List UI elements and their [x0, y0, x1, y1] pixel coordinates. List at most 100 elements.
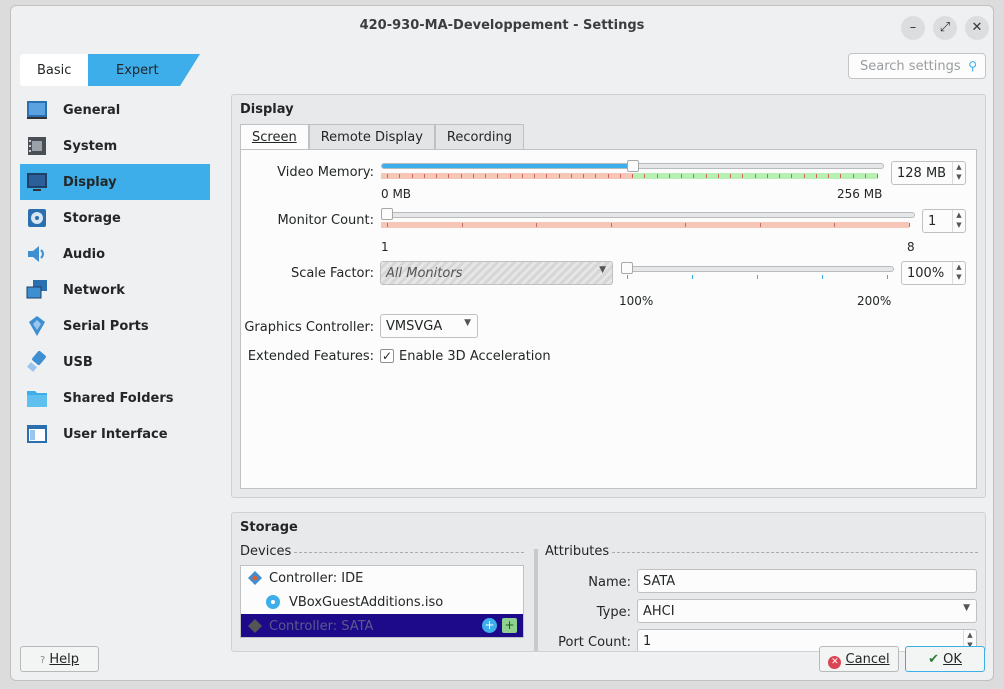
add-hard-disk-icon[interactable]: + [502, 618, 517, 633]
monitor-count-max: 8 [907, 240, 915, 254]
video-memory-tick [607, 174, 609, 178]
monitor-count-tick [834, 223, 836, 227]
sidebar-item-label: System [63, 138, 118, 154]
video-memory-tick [595, 174, 597, 178]
ok-icon: ✔ [928, 652, 939, 667]
serial-ports-icon [29, 316, 45, 336]
spin-arrows-icon[interactable]: ▲ ▼ [952, 262, 965, 284]
tab-recording[interactable]: Recording [434, 124, 524, 150]
sidebar-item-storage[interactable]: Storage [20, 200, 210, 236]
sidebar-item-system[interactable]: System [20, 128, 210, 164]
video-memory-tick [411, 174, 413, 178]
extended-features-label: Extended Features: [247, 349, 374, 364]
chevron-down-icon: ▼ [464, 318, 471, 328]
sidebar-item-label: Audio [63, 246, 106, 262]
video-memory-tick [521, 174, 523, 178]
mode-switch: Basic Expert [20, 54, 200, 86]
add-optical-drive-icon[interactable]: + [482, 618, 497, 633]
sidebar-item-usb[interactable]: USB [20, 344, 210, 380]
controller-name-value: SATA [643, 574, 676, 589]
enable-3d-acceleration-checkbox[interactable]: ✓ [380, 349, 394, 363]
ok-button-label: OK [943, 652, 962, 667]
video-memory-tick [803, 174, 805, 178]
help-button[interactable]: ? Help [20, 646, 99, 672]
ok-button[interactable]: ✔ OK [905, 646, 985, 672]
attributes-label: Attributes [545, 544, 610, 559]
tab-remote-display[interactable]: Remote Display [308, 124, 435, 150]
storage-icon [28, 209, 46, 227]
video-memory-tick [436, 174, 437, 178]
search-placeholder: Search settings [860, 59, 961, 74]
scale-factor-tick [822, 275, 823, 279]
search-input[interactable]: Search settings ⚲ [848, 53, 986, 79]
tab-recording-label: Recording [446, 130, 512, 145]
monitor-count-value: 1 [928, 214, 937, 229]
monitor-count-slider[interactable] [381, 212, 915, 218]
tree-item-ide-controller[interactable]: Controller: IDE [241, 566, 523, 590]
chevron-down-icon: ▼ [963, 603, 970, 613]
sidebar-item-shared-folders[interactable]: Shared Folders [20, 380, 210, 416]
enable-3d-acceleration-label[interactable]: Enable 3D Acceleration [399, 349, 551, 364]
splitter-handle[interactable] [534, 549, 538, 651]
sidebar-item-serial-ports[interactable]: Serial Ports [20, 308, 210, 344]
attributes-separator [612, 552, 978, 553]
scale-factor-slider[interactable] [621, 266, 894, 272]
video-memory-tick [632, 174, 633, 178]
tree-item-sata-controller[interactable]: Controller: SATA + + [241, 614, 523, 637]
video-memory-tick [460, 174, 462, 178]
tree-item-guest-additions-iso[interactable]: VBoxGuestAdditions.iso [241, 590, 523, 614]
video-memory-tick [534, 174, 535, 178]
sidebar-item-label: USB [63, 354, 93, 370]
close-icon: ✕ [971, 20, 983, 35]
video-memory-tick [828, 174, 829, 178]
sidebar-item-display[interactable]: Display [20, 164, 210, 200]
monitor-count-slider-handle[interactable] [381, 208, 393, 220]
video-memory-tick [717, 174, 719, 178]
minimize-button[interactable]: – [901, 16, 925, 40]
title-bar[interactable]: 420-930-MA-Developpement - Settings – ⤢ … [11, 6, 993, 46]
video-memory-tick [815, 174, 817, 178]
scale-factor-tick [627, 275, 628, 279]
scale-factor-monitor-combo[interactable]: All Monitors ▼ [380, 261, 613, 285]
sata-controller-icon [248, 619, 262, 633]
sidebar-item-network[interactable]: Network [20, 272, 210, 308]
sidebar-item-user-interface[interactable]: User Interface [20, 416, 210, 452]
optical-disc-icon [266, 595, 280, 609]
screen-tab-page: Video Memory: 128 MB ▲ ▼ 0 MB 256 MB Monit… [240, 149, 977, 489]
video-memory-tick [423, 174, 425, 178]
video-memory-slider-handle[interactable] [626, 160, 639, 172]
controller-type-combo[interactable]: AHCI ▼ [637, 599, 977, 623]
storage-devices-tree[interactable]: Controller: IDE VBoxGuestAdditions.iso C… [240, 565, 524, 638]
sidebar-item-audio[interactable]: Audio [20, 236, 210, 272]
tab-expert[interactable]: Expert [116, 63, 159, 78]
maximize-button[interactable]: ⤢ [933, 16, 957, 40]
sidebar-item-label: Display [63, 174, 117, 190]
close-button[interactable]: ✕ [965, 16, 989, 40]
scale-factor-slider-handle[interactable] [621, 262, 633, 274]
monitor-count-tick [909, 223, 910, 227]
help-button-label: Help [49, 652, 80, 667]
spin-arrows-icon[interactable]: ▲ ▼ [952, 210, 965, 232]
monitor-count-spinbox[interactable]: 1 ▲ ▼ [922, 209, 966, 233]
scale-factor-combo-value: All Monitors [386, 266, 463, 281]
tab-screen[interactable]: Screen [240, 124, 309, 151]
video-memory-tick [693, 174, 695, 178]
video-memory-tick [681, 174, 682, 178]
video-memory-tick [656, 174, 658, 178]
graphics-controller-combo[interactable]: VMSVGA ▼ [380, 314, 478, 338]
system-icon [28, 137, 46, 155]
sidebar-item-general[interactable]: General [20, 92, 210, 128]
tree-item-label: Controller: IDE [269, 570, 364, 586]
video-memory-green-zone [633, 173, 878, 179]
controller-name-field[interactable]: SATA [637, 569, 977, 593]
scale-factor-value: 100% [907, 266, 945, 281]
spin-arrows-icon[interactable]: ▲ ▼ [952, 162, 965, 184]
network-icon [26, 280, 47, 299]
cancel-button[interactable]: ✕ Cancel [819, 646, 899, 672]
scale-factor-spinbox[interactable]: 100% ▲ ▼ [901, 261, 966, 285]
video-memory-value: 128 MB [897, 166, 947, 181]
sidebar: General System Display Storage Audio Net… [20, 92, 210, 452]
sidebar-item-label: User Interface [63, 426, 168, 442]
video-memory-spinbox[interactable]: 128 MB ▲ ▼ [891, 161, 966, 185]
tab-basic[interactable]: Basic [20, 54, 88, 86]
